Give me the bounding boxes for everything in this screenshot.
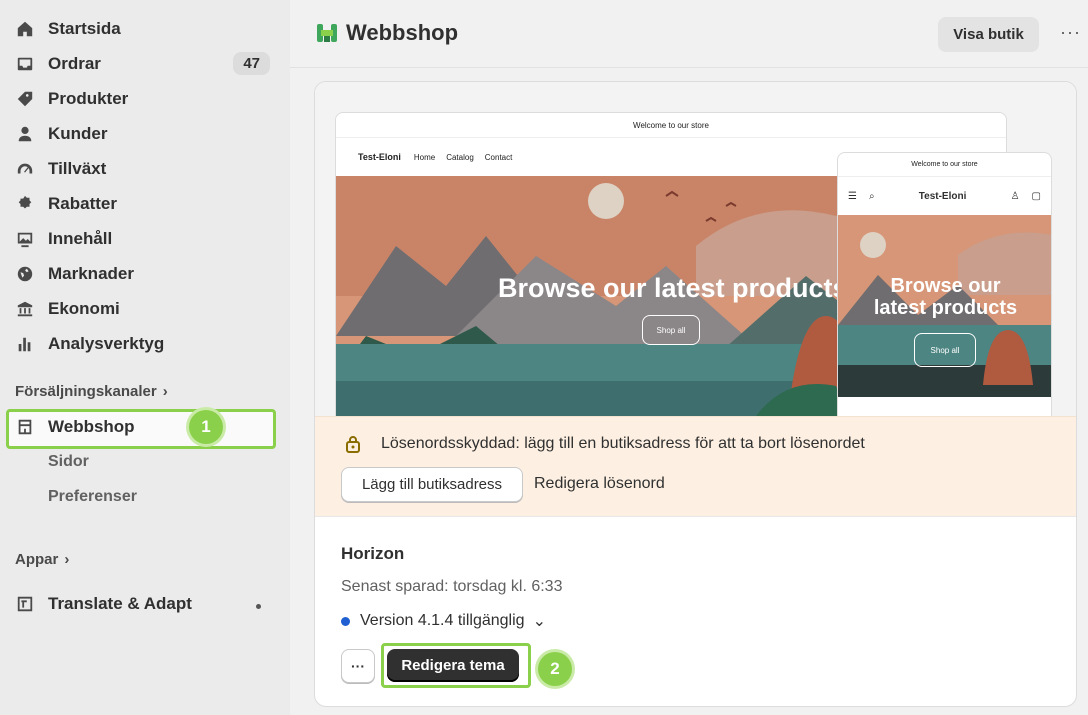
cart-icon: ▢ [1031,190,1041,202]
sidebar-item-rabatter[interactable]: Rabatter [15,189,273,219]
sidebar-item-label: Marknader [48,264,134,283]
store-nav-contact: Contact [484,152,513,162]
shop-all-button: Shop all [642,315,700,345]
sidebar-item-produkter[interactable]: Produkter [15,84,273,114]
sidebar-item-label: Innehåll [48,229,113,248]
version-text: Version 4.1.4 tillgänglig [360,612,525,629]
sidebar-item-marknader[interactable]: Marknader [15,259,273,289]
view-store-button[interactable]: Visa butik [938,17,1039,52]
bar-chart-icon [15,334,35,354]
version-dropdown[interactable]: Version 4.1.4 tillgänglig ⌄ [341,611,546,631]
sidebar-item-translate-adapt[interactable]: Translate & Adapt [15,589,273,619]
announcement-bar: Welcome to our store [336,113,1006,138]
tag-icon [15,89,35,109]
sidebar-item-label: Ordrar [48,54,101,73]
update-dot-icon [341,616,350,626]
apps-heading[interactable]: Appar › [15,551,69,568]
sidebar-item-label: Translate & Adapt [48,594,192,613]
search-icon: ⌕ [868,190,875,202]
sidebar-item-label: Tillväxt [48,159,107,178]
translate-icon [15,594,35,614]
sidebar-item-label: Webbshop [48,417,135,436]
page-title: Webbshop [316,20,458,46]
person-icon [15,124,35,144]
sidebar-item-label: Ekonomi [48,299,120,318]
theme-card: Welcome to our store Test-Eloni Home Cat… [314,81,1077,707]
mobile-hero-heading: Browse our latest products [873,275,1018,319]
sidebar-item-kunder[interactable]: Kunder [15,119,273,149]
sidebar-item-analysverktyg[interactable]: Analysverktyg [15,329,273,359]
theme-name: Horizon [341,544,405,563]
chevron-right-icon: › [162,383,168,400]
more-actions-icon[interactable]: ··· [1060,22,1081,43]
add-store-address-button[interactable]: Lägg till butiksadress [341,467,523,502]
store-icon [15,417,35,437]
webbshop-logo-icon [317,24,337,42]
sales-channels-heading[interactable]: Försäljningskanaler › [15,383,168,400]
account-icon: ♙ [1010,190,1020,202]
discount-icon [15,194,35,214]
store-brand: Test-Eloni [358,152,401,162]
sidebar-item-tillvaxt[interactable]: Tillväxt [15,154,273,184]
mobile-preview: Welcome to our store ☰ ⌕ Test-Eloni ♙ ▢ [837,152,1052,432]
globe-icon [15,264,35,284]
step-1-badge: 1 [189,410,223,444]
inbox-icon [15,54,35,74]
password-banner: Lösenordsskyddad: lägg till en butiksadr… [315,416,1076,517]
last-saved-text: Senast sparad: torsdag kl. 6:33 [341,578,563,595]
edit-theme-button[interactable]: Redigera tema [387,649,519,682]
sidebar-item-label: Startsida [48,19,121,38]
theme-more-button[interactable]: ··· [341,649,375,683]
header-divider [290,67,1088,68]
chevron-right-icon: › [64,551,70,568]
sidebar-item-label: Produkter [48,89,129,108]
sidebar-item-label: Analysverktyg [48,334,165,353]
orders-count-badge: 47 [233,52,270,75]
gauge-icon [15,159,35,179]
sidebar-item-ordrar[interactable]: Ordrar 47 [15,49,273,79]
sidebar-subitem-preferenser[interactable]: Preferenser [48,488,137,506]
sidebar-item-webbshop[interactable]: Webbshop [15,412,273,442]
sidebar-item-label: Rabatter [48,194,117,213]
sidebar-subitem-sidor[interactable]: Sidor [48,453,89,471]
edit-password-link[interactable]: Redigera lösenord [534,475,665,493]
sidebar-item-label: Kunder [48,124,108,143]
step-2-badge: 2 [538,652,572,686]
password-banner-text: Lösenordsskyddad: lägg till en butiksadr… [381,435,865,452]
hero-heading: Browse our latest products [498,273,848,303]
sidebar-item-innehall[interactable]: Innehåll [15,224,273,254]
mobile-store-nav: ☰ ⌕ Test-Eloni ♙ ▢ [838,177,1051,215]
theme-preview[interactable]: Welcome to our store Test-Eloni Home Cat… [315,82,1076,432]
store-nav-home: Home [413,152,436,162]
pin-dot-icon [256,604,261,609]
chevron-down-icon: ⌄ [532,613,546,630]
sidebar-item-ekonomi[interactable]: Ekonomi [15,294,273,324]
lock-icon [346,436,360,453]
image-icon [15,229,35,249]
mobile-announcement-bar: Welcome to our store [838,153,1051,177]
mobile-store-brand: Test-Eloni [918,190,967,202]
home-icon [15,19,35,39]
bank-icon [15,299,35,319]
mobile-shop-all-button: Shop all [914,333,976,367]
sidebar: Startsida Ordrar 47 Produkter Kunder Til… [0,0,290,715]
sidebar-item-startsida[interactable]: Startsida [15,14,273,44]
edit-theme-highlight: Redigera tema [381,643,531,688]
store-nav-catalog: Catalog [446,152,474,162]
menu-icon: ☰ [848,190,857,202]
